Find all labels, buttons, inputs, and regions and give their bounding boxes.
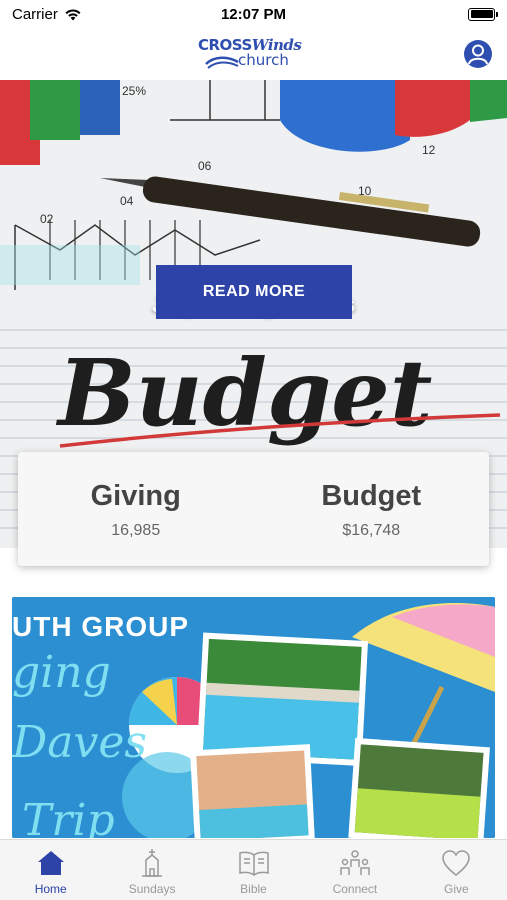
read-more-button[interactable]: READ MORE: [156, 265, 352, 319]
youth-script-line-2: Daves: [12, 717, 147, 768]
tab-bible-label: Bible: [240, 882, 267, 896]
tab-connect[interactable]: Connect: [304, 840, 405, 900]
youth-script-line-1: ging: [12, 647, 111, 698]
giving-stat: Giving 16,985: [18, 452, 254, 566]
youth-script-line-3: Trip: [22, 795, 115, 838]
budget-stat: Budget $16,748: [254, 452, 490, 566]
carrier-label: Carrier: [12, 5, 58, 23]
tab-give-label: Give: [443, 882, 469, 896]
giving-label: Giving: [90, 480, 181, 512]
tab-sundays-label: Sundays: [128, 882, 176, 896]
youth-group-banner[interactable]: UTH GROUP ging Daves Trip: [12, 597, 495, 838]
art-tick-02: 02: [40, 212, 54, 226]
tab-connect-label: Connect: [332, 882, 378, 896]
logo-swoosh-icon: [205, 56, 239, 69]
tab-home-label: Home: [34, 882, 67, 896]
status-left: Carrier: [12, 6, 82, 23]
status-bar: Carrier 12:07 PM: [0, 0, 507, 28]
wifi-icon: [65, 8, 81, 20]
logo-church-text: church: [238, 51, 289, 69]
youth-group-title: UTH GROUP: [12, 611, 189, 642]
tab-bible[interactable]: Bible: [203, 840, 304, 900]
tab-bar: Home Sundays Bible Connect Give: [0, 839, 507, 900]
art-pct-label: 25%: [122, 84, 146, 98]
stats-card: Giving 16,985 Budget $16,748: [18, 452, 489, 566]
profile-button[interactable]: [464, 40, 492, 68]
app-header: CROSSWinds church: [0, 28, 507, 80]
user-icon: [468, 44, 488, 65]
church-logo[interactable]: CROSSWinds church: [198, 36, 314, 72]
budget-value: $16,748: [342, 522, 401, 539]
art-budget-word: Budget: [55, 339, 432, 447]
church-icon: [135, 848, 169, 878]
budget-label: Budget: [321, 480, 422, 512]
tab-home[interactable]: Home: [0, 840, 101, 900]
home-icon: [34, 848, 68, 878]
art-tick-12: 12: [422, 143, 436, 157]
giving-value: 16,985: [111, 522, 161, 539]
heart-icon: [439, 848, 473, 878]
book-icon: [237, 848, 271, 878]
battery-icon: [468, 7, 498, 21]
art-tick-04: 04: [120, 194, 134, 208]
tab-give[interactable]: Give: [406, 840, 507, 900]
tab-sundays[interactable]: Sundays: [101, 840, 202, 900]
people-icon: [338, 848, 372, 878]
art-tick-06: 06: [198, 159, 212, 173]
battery-level: [470, 10, 493, 18]
